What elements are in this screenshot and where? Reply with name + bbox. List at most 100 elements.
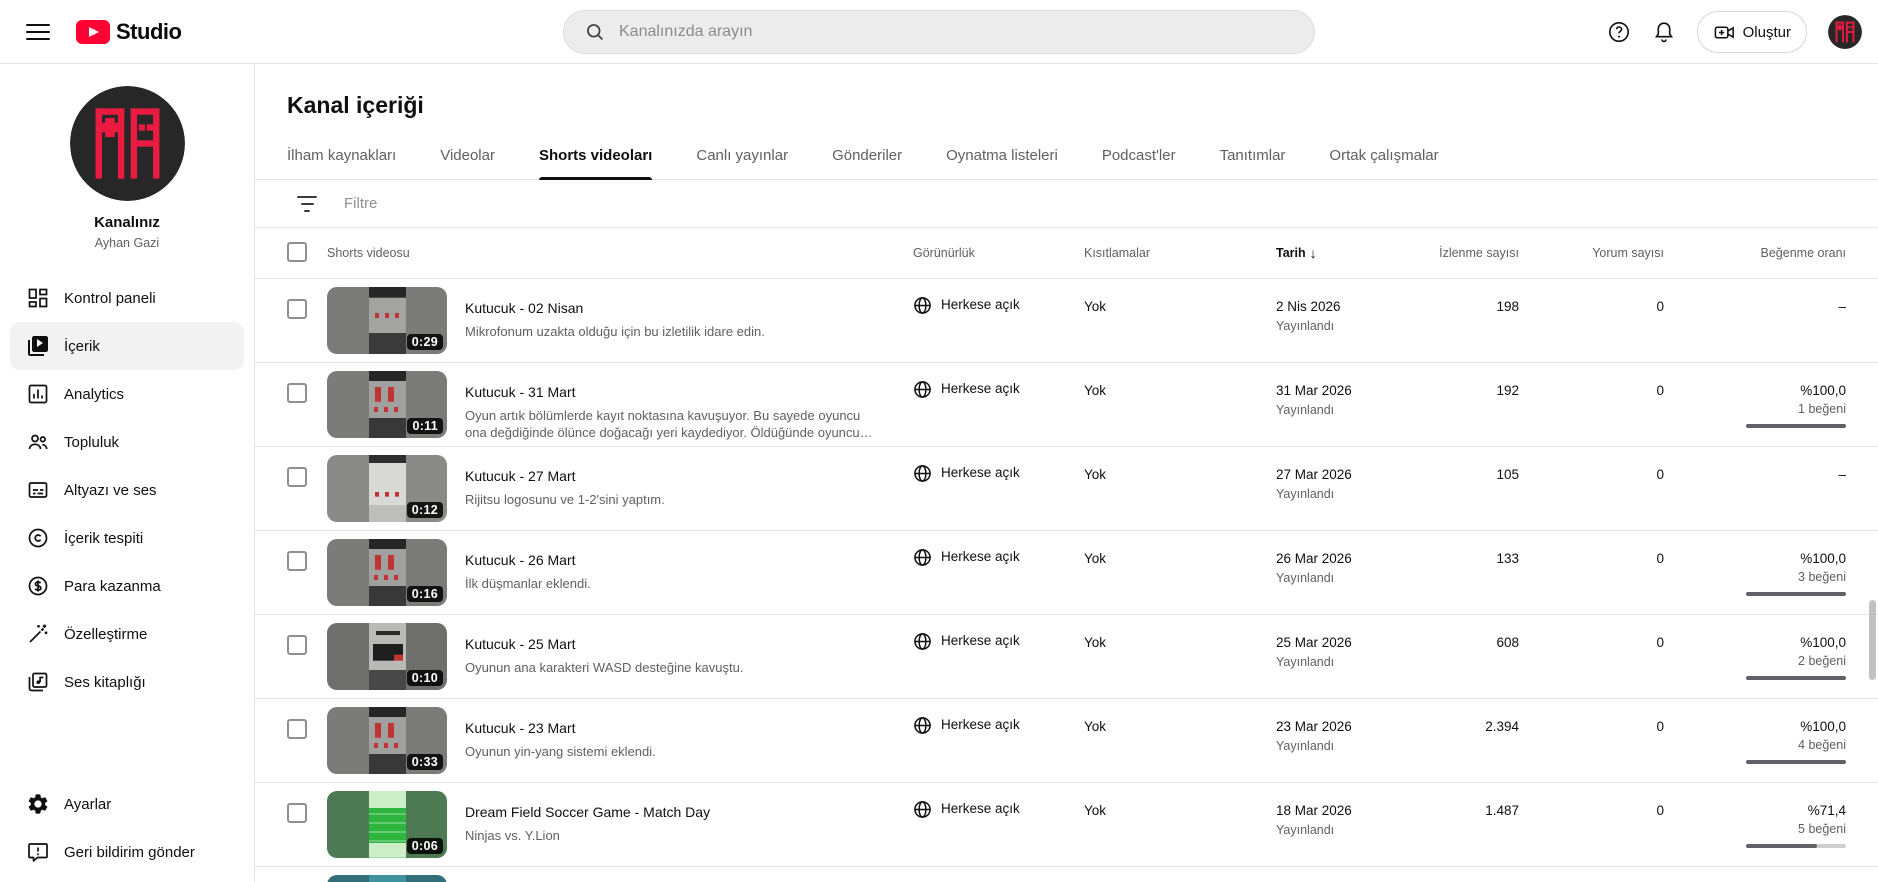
row-checkbox[interactable] — [287, 803, 307, 823]
table-row[interactable]: 0:10 Kutucuk - 25 Mart Oyunun ana karakt… — [255, 615, 1878, 699]
column-header-restrictions[interactable]: Kısıtlamalar — [1084, 246, 1276, 260]
like-count — [1664, 486, 1846, 501]
like-ratio-value: %71,4 — [1664, 803, 1846, 818]
column-header-visibility[interactable]: Görünürlük — [913, 246, 1084, 260]
video-thumbnail[interactable]: 0:10 — [327, 623, 447, 690]
column-header-like-ratio[interactable]: Beğenme oranı — [1664, 246, 1846, 260]
sidebar-item-analytics[interactable]: Analytics — [10, 370, 244, 418]
views-count: 105 — [1419, 447, 1519, 530]
video-title[interactable]: Kutucuk - 26 Mart — [465, 551, 885, 569]
sidebar-item-audio-library[interactable]: Ses kitaplığı — [10, 658, 244, 706]
video-thumbnail[interactable]: 0:06 — [327, 791, 447, 858]
row-checkbox[interactable] — [287, 635, 307, 655]
sidebar-item-content[interactable]: İçerik — [10, 322, 244, 370]
video-title[interactable]: Kutucuk - 02 Nisan — [465, 299, 885, 317]
help-icon[interactable] — [1607, 20, 1631, 44]
comments-count: 0 — [1519, 279, 1664, 362]
video-duration: 0:10 — [407, 670, 443, 686]
tab[interactable]: Tanıtımlar — [1220, 132, 1286, 179]
vertical-scrollbar-thumb[interactable] — [1869, 600, 1876, 680]
tab[interactable]: Gönderiler — [832, 132, 902, 179]
column-header-views[interactable]: İzlenme sayısı — [1419, 246, 1519, 260]
video-title[interactable]: Kutucuk - 25 Mart — [465, 635, 885, 653]
channel-avatar[interactable] — [70, 86, 185, 201]
comments-count: 0 — [1519, 783, 1664, 866]
sidebar-item-settings[interactable]: Ayarlar — [10, 780, 243, 828]
youtube-studio-logo[interactable]: Studio — [76, 19, 181, 45]
video-title[interactable]: Kutucuk - 27 Mart — [465, 467, 885, 485]
tab[interactable]: Videolar — [440, 132, 495, 179]
channel-label: Kanalınız — [0, 214, 254, 231]
publish-status: Yayınlandı — [1276, 739, 1419, 753]
filter-icon[interactable] — [297, 196, 317, 212]
table-row[interactable]: 0:33 Kutucuk - 23 Mart Oyunun yin-yang s… — [255, 699, 1878, 783]
publish-status: Yayınlandı — [1276, 403, 1419, 417]
row-checkbox[interactable] — [287, 383, 307, 403]
restrictions-label: Yok — [1084, 447, 1276, 530]
column-header-date[interactable]: Tarih↓ — [1276, 245, 1419, 261]
video-thumbnail[interactable]: 0:12 — [327, 455, 447, 522]
tab[interactable]: Ortak çalışmalar — [1329, 132, 1438, 179]
video-thumbnail[interactable]: 0:11 — [327, 371, 447, 438]
filter-bar — [255, 180, 1878, 228]
menu-icon[interactable] — [26, 20, 50, 44]
sidebar-item-customization[interactable]: Özelleştirme — [10, 610, 244, 658]
tab[interactable]: Shorts videoları — [539, 132, 652, 179]
table-row[interactable]: 0:12 Kutucuk - 27 Mart Rijitsu logosunu … — [255, 447, 1878, 531]
sidebar-item-send-feedback[interactable]: Geri bildirim gönder — [10, 828, 243, 876]
content-tabs: İlham kaynakları Videolar Shorts videoları… — [255, 132, 1878, 180]
restrictions-label: Yok — [1084, 279, 1276, 362]
filter-input[interactable] — [344, 195, 1846, 212]
tab-label: İlham kaynakları — [287, 147, 396, 164]
sidebar-item-subtitles[interactable]: Altyazı ve ses — [10, 466, 244, 514]
youtube-play-icon — [76, 20, 110, 44]
sidebar-item-label: Geri bildirim gönder — [64, 844, 195, 861]
row-checkbox[interactable] — [287, 719, 307, 739]
notifications-bell-icon[interactable] — [1652, 20, 1676, 44]
sidebar-item-community[interactable]: Topluluk — [10, 418, 244, 466]
sidebar-item-copyright[interactable]: İçerik tespiti — [10, 514, 244, 562]
column-header-video[interactable]: Shorts videosu — [327, 246, 913, 260]
table-row[interactable]: 0:16 Kutucuk - 26 Mart İlk düşmanlar ekl… — [255, 531, 1878, 615]
create-button[interactable]: Oluştur — [1697, 11, 1807, 53]
row-checkbox[interactable] — [287, 551, 307, 571]
video-thumbnail[interactable]: 0:33 — [327, 707, 447, 774]
page-title: Kanal içeriği — [255, 64, 1878, 119]
tab[interactable]: İlham kaynakları — [287, 132, 396, 179]
publish-status: Yayınlandı — [1276, 823, 1419, 837]
thumbnail-art — [369, 371, 406, 438]
video-title[interactable]: Kutucuk - 31 Mart — [465, 383, 885, 401]
table-row[interactable]: 0:06 Dream Field Soccer Game - Match Day… — [255, 783, 1878, 867]
table-row[interactable]: 0:29 Kutucuk - 02 Nisan Mikrofonum uzakt… — [255, 279, 1878, 363]
tab[interactable]: Canlı yayınlar — [696, 132, 788, 179]
video-thumbnail[interactable]: 0:16 — [327, 539, 447, 606]
video-thumbnail[interactable]: 0:29 — [327, 287, 447, 354]
video-title[interactable]: Dream Field Soccer Game - Match Day — [465, 803, 885, 821]
column-header-comments[interactable]: Yorum sayısı — [1519, 246, 1664, 260]
like-ratio-bar — [1746, 760, 1846, 764]
sidebar-item-label: Kontrol paneli — [64, 290, 156, 307]
comments-count: 0 — [1519, 363, 1664, 446]
video-thumbnail[interactable] — [327, 875, 447, 882]
tab-label: Shorts videoları — [539, 147, 652, 164]
main-content: Kanal içeriği İlham kaynakları Videolar Sh… — [255, 64, 1878, 882]
table-row[interactable]: 0:11 Kutucuk - 31 Mart Oyun artık bölüml… — [255, 363, 1878, 447]
video-plus-icon — [1713, 21, 1736, 44]
globe-icon — [913, 716, 932, 735]
tab[interactable]: Oynatma listeleri — [946, 132, 1058, 179]
video-title[interactable]: Kutucuk - 23 Mart — [465, 719, 885, 737]
table-row[interactable] — [255, 867, 1878, 882]
tab-label: Canlı yayınlar — [696, 147, 788, 164]
account-avatar[interactable] — [1828, 15, 1862, 49]
select-all-checkbox[interactable] — [287, 242, 307, 262]
sidebar-item-label: Özelleştirme — [64, 626, 147, 643]
search-input[interactable] — [619, 23, 1314, 41]
sidebar-item-monetization[interactable]: Para kazanma — [10, 562, 244, 610]
row-checkbox[interactable] — [287, 299, 307, 319]
like-ratio-value: – — [1664, 467, 1846, 482]
sidebar-item-dashboard[interactable]: Kontrol paneli — [10, 274, 244, 322]
video-description: Oyunun yin-yang sistemi eklendi. — [465, 743, 885, 760]
tab[interactable]: Podcast'ler — [1102, 132, 1176, 179]
search-bar[interactable] — [563, 10, 1315, 54]
row-checkbox[interactable] — [287, 467, 307, 487]
